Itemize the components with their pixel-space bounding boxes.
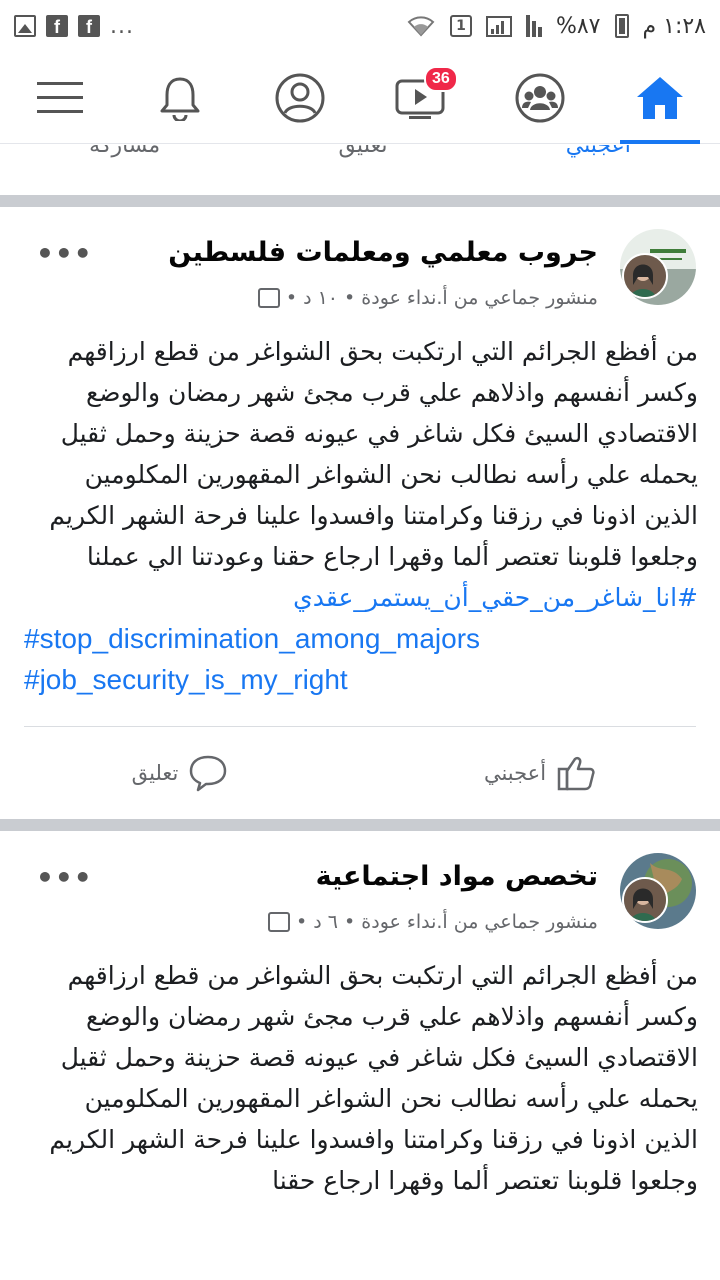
post-options-button[interactable]: ••• (36, 237, 93, 270)
nav-profile[interactable] (260, 52, 340, 144)
facebook-notification-icon-2: f (78, 15, 100, 37)
hashtag-link[interactable]: #stop_discrimination_among_majors (24, 618, 698, 659)
post-actions: أعجبني تعليق (0, 727, 720, 819)
comment-icon (190, 755, 227, 792)
battery-icon (614, 14, 629, 38)
menu-icon (37, 81, 83, 113)
home-icon (637, 76, 683, 119)
comment-button[interactable]: تعليق (0, 753, 360, 793)
post-group-name[interactable]: تخصص مواد اجتماعية (316, 861, 598, 892)
thumbs-up-icon (557, 756, 595, 791)
hashtag-link[interactable]: #job_security_is_my_right (24, 659, 698, 700)
status-left: f f ... (14, 14, 134, 39)
group-post-icon (257, 288, 280, 308)
clock: ١:٢٨ م (642, 13, 707, 39)
news-feed[interactable]: أعجبني تعليق مشاركة جروب معلمي ومعلمات ف… (0, 145, 720, 1280)
previous-share-button[interactable]: مشاركة (89, 145, 160, 158)
feed-post: جروب معلمي ومعلمات فلسطين منشور جماعي من… (0, 207, 720, 819)
post-options-button[interactable]: ••• (36, 861, 93, 894)
signal-bars-icon (525, 15, 542, 37)
hashtag-link[interactable]: #انا_شاغر_من_حقي_أن_يستمر_عقدي (24, 577, 698, 618)
profile-icon (275, 73, 325, 122)
bell-icon (160, 77, 200, 121)
top-navigation: 36 (0, 52, 720, 144)
post-header: تخصص مواد اجتماعية منشور جماعي من أ.نداء… (0, 831, 720, 933)
post-meta-text: منشور جماعي من أ.نداء عودة • ١٠ د • (285, 287, 598, 309)
post-text: من أفظع الجرائم التي ارتكبت بحق الشواغر … (49, 337, 698, 571)
feed-divider (0, 195, 720, 207)
status-overflow: ... (110, 13, 134, 39)
like-button[interactable]: أعجبني (360, 753, 720, 793)
signal-icon (485, 16, 512, 37)
facebook-notification-icon: f (46, 15, 68, 37)
sim-badge: 1 (449, 15, 472, 37)
groups-icon (515, 73, 565, 122)
post-header: جروب معلمي ومعلمات فلسطين منشور جماعي من… (0, 207, 720, 309)
post-meta: منشور جماعي من أ.نداء عودة • ٦ د • (268, 911, 598, 933)
status-bar: f f ... 1 %٨٧ ١:٢٨ م (0, 0, 720, 52)
nav-watch[interactable]: 36 (380, 52, 460, 144)
post-body: من أفظع الجرائم التي ارتكبت بحق الشواغر … (0, 927, 720, 1201)
feed-divider (0, 819, 720, 831)
like-label: أعجبني (483, 761, 547, 785)
previous-comment-button[interactable]: تعليق (338, 145, 387, 158)
feed-post: تخصص مواد اجتماعية منشور جماعي من أ.نداء… (0, 831, 720, 1201)
wifi-icon (407, 16, 435, 37)
previous-like-button[interactable]: أعجبني (566, 145, 631, 158)
watch-badge: 36 (424, 65, 458, 92)
post-meta: منشور جماعي من أ.نداء عودة • ١٠ د • (257, 287, 598, 309)
post-text: من أفظع الجرائم التي ارتكبت بحق الشواغر … (49, 961, 698, 1195)
gallery-notification-icon (14, 15, 36, 37)
group-post-icon (268, 912, 291, 932)
nav-groups[interactable] (500, 52, 580, 144)
nav-home[interactable] (620, 52, 700, 144)
post-meta-text: منشور جماعي من أ.نداء عودة • ٦ د • (296, 911, 598, 933)
author-avatar[interactable] (622, 877, 668, 923)
nav-menu[interactable] (20, 52, 100, 144)
nav-notifications[interactable] (140, 52, 220, 144)
status-right: 1 %٨٧ ١:٢٨ م (406, 14, 706, 39)
post-group-name[interactable]: جروب معلمي ومعلمات فلسطين (168, 237, 598, 268)
previous-post-actions: أعجبني تعليق مشاركة (0, 145, 720, 195)
comment-label: تعليق (131, 761, 179, 785)
battery-percent: %٨٧ (555, 13, 601, 39)
post-body: من أفظع الجرائم التي ارتكبت بحق الشواغر … (0, 303, 720, 700)
author-avatar[interactable] (622, 253, 668, 299)
